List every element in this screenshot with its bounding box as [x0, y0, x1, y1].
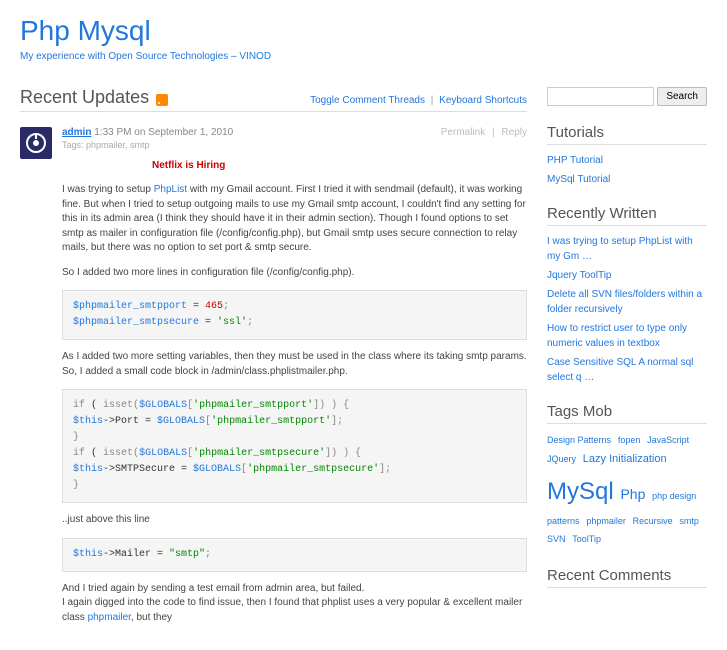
- keyboard-shortcuts-link[interactable]: Keyboard Shortcuts: [439, 95, 527, 106]
- recent-link[interactable]: Case Sensitive SQL A normal sql select q…: [547, 357, 693, 383]
- author-link[interactable]: admin: [62, 127, 91, 138]
- post-content: I was trying to setup PhpList with my Gm…: [62, 183, 527, 625]
- recent-link[interactable]: I was trying to setup PhpList with my Gm…: [547, 236, 693, 262]
- tutorials-heading: Tutorials: [547, 124, 707, 145]
- header-links: Toggle Comment Threads | Keyboard Shortc…: [310, 95, 527, 106]
- site-title: Php Mysql: [20, 15, 707, 47]
- search-button[interactable]: Search: [657, 87, 707, 106]
- section-header: Recent Updates Toggle Comment Threads | …: [20, 87, 527, 112]
- toggle-threads-link[interactable]: Toggle Comment Threads: [310, 95, 425, 106]
- recent-link[interactable]: Delete all SVN files/folders within a fo…: [547, 289, 702, 315]
- post-meta: admin 1:33 PM on September 1, 2010 Perma…: [62, 127, 527, 138]
- search-input[interactable]: [547, 87, 654, 106]
- tag-link[interactable]: ToolTip: [572, 534, 601, 544]
- tag-link[interactable]: JQuery: [547, 454, 576, 464]
- tag-link[interactable]: smtp: [679, 516, 699, 526]
- site-title-link[interactable]: Php Mysql: [20, 15, 151, 46]
- phplist-link[interactable]: PhpList: [154, 184, 187, 195]
- recent-link[interactable]: Jquery ToolTip: [547, 270, 611, 281]
- code-block-1: $phpmailer_smtpport = 465; $phpmailer_sm…: [62, 290, 527, 340]
- section-title: Recent Updates: [20, 87, 149, 107]
- reply-link[interactable]: Reply: [501, 127, 527, 138]
- tutorial-link[interactable]: PHP Tutorial: [547, 155, 603, 166]
- search-form: Search: [547, 87, 707, 106]
- tags-widget: Tags Mob Design Patterns fopen JavaScrip…: [547, 403, 707, 549]
- tag-link[interactable]: Lazy Initialization: [583, 453, 667, 465]
- tagline: My experience with Open Source Technolog…: [20, 51, 707, 62]
- tutorial-link[interactable]: MySql Tutorial: [547, 174, 610, 185]
- code-block-2: if ( isset($GLOBALS['phpmailer_smtpport'…: [62, 389, 527, 503]
- tag-link[interactable]: Design Patterns: [547, 435, 611, 445]
- recent-link[interactable]: How to restrict user to type only numeri…: [547, 323, 687, 349]
- post: admin 1:33 PM on September 1, 2010 Perma…: [20, 127, 527, 635]
- tag-link[interactable]: MySql: [547, 478, 614, 505]
- tag-link[interactable]: fopen: [618, 435, 641, 445]
- tag-link[interactable]: JavaScript: [647, 435, 689, 445]
- comments-heading: Recent Comments: [547, 567, 707, 588]
- tutorials-widget: Tutorials PHP Tutorial MySql Tutorial: [547, 124, 707, 187]
- comments-widget: Recent Comments: [547, 567, 707, 588]
- tag-link[interactable]: SVN: [547, 534, 566, 544]
- tags-heading: Tags Mob: [547, 403, 707, 424]
- permalink-link[interactable]: Permalink: [441, 127, 485, 138]
- site-header: Php Mysql My experience with Open Source…: [20, 15, 707, 62]
- recent-widget: Recently Written I was trying to setup P…: [547, 205, 707, 385]
- sidebar: Search Tutorials PHP Tutorial MySql Tutor…: [547, 87, 707, 635]
- post-tags: Tags: phpmailer, smtp: [62, 140, 527, 150]
- ad-banner[interactable]: Netflix is Hiring: [152, 160, 527, 171]
- code-block-3: $this->Mailer = "smtp";: [62, 538, 527, 572]
- recent-heading: Recently Written: [547, 205, 707, 226]
- main-column: Recent Updates Toggle Comment Threads | …: [20, 87, 527, 635]
- phpmailer-link[interactable]: phpmailer: [88, 612, 131, 623]
- tag-link[interactable]: Recursive: [633, 516, 673, 526]
- tag-link[interactable]: phpmailer: [586, 516, 626, 526]
- avatar: [20, 127, 52, 159]
- post-time: 1:33 PM on September 1, 2010: [94, 127, 233, 138]
- tag-link[interactable]: Php: [620, 486, 645, 502]
- rss-icon[interactable]: [156, 94, 168, 106]
